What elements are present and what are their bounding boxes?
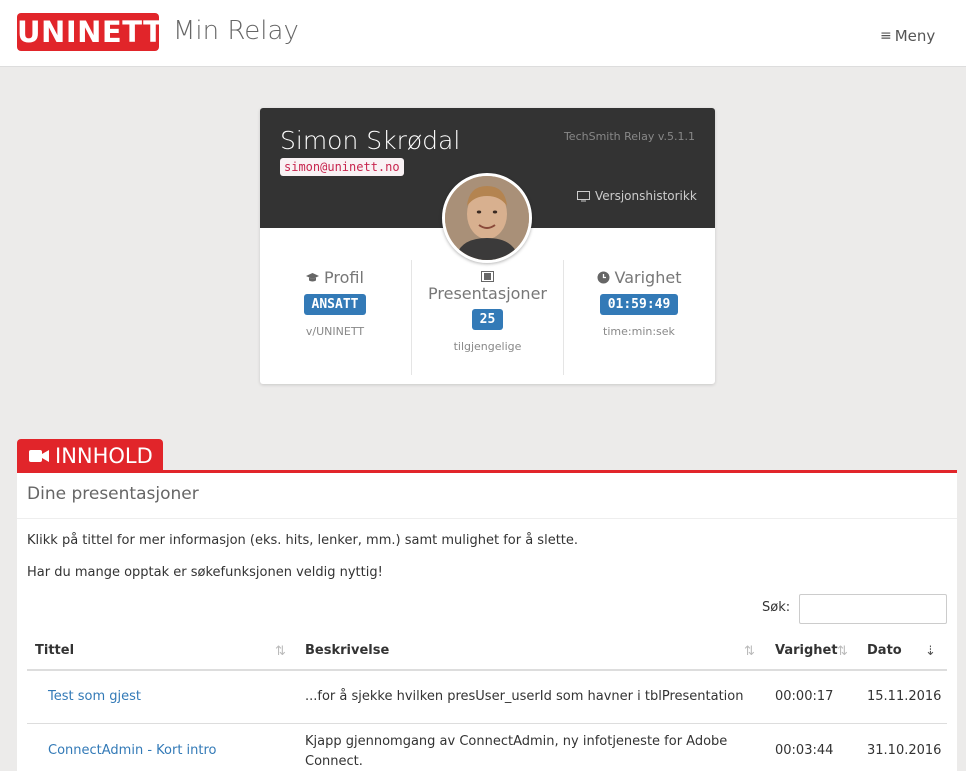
profile-card: Simon Skrødal simon@uninett.no TechSmith… <box>260 108 715 384</box>
sort-icon[interactable]: ⇅ <box>837 643 848 659</box>
info-text-2: Har du mange opptak er søkefunksjonen ve… <box>27 565 383 580</box>
top-navbar: UNINETT Min Relay ≡ Meny <box>0 0 966 67</box>
stat-presentations-title: Presentasjoner <box>412 268 563 302</box>
app-title[interactable]: Min Relay <box>173 16 299 46</box>
stat-profile-sub: v/UNINETT <box>305 325 365 338</box>
column-header-title[interactable]: Tittel <box>35 643 74 658</box>
monitor-icon <box>577 190 590 201</box>
table-row-duration: 00:03:44 <box>775 743 834 758</box>
stat-duration-title: Varighet <box>564 268 714 287</box>
table-row-date: 31.10.2016 <box>867 743 942 758</box>
table-header-divider <box>27 669 947 671</box>
presentations-panel: Dine presentasjoner Klikk på tittel for … <box>17 470 957 771</box>
column-header-duration[interactable]: Varighet <box>775 643 838 658</box>
clock-icon <box>597 271 610 284</box>
user-name: Simon Skrødal <box>280 126 461 155</box>
row-divider <box>27 723 947 724</box>
column-header-description[interactable]: Beskrivelse <box>305 643 389 658</box>
version-history-label: Versjonshistorikk <box>595 189 697 203</box>
menu-button[interactable]: ≡ Meny <box>880 27 935 45</box>
version-label: TechSmith Relay v.5.1.1 <box>563 130 695 143</box>
uninett-logo[interactable]: UNINETT <box>17 13 163 51</box>
table-row-description: ...for å sjekke hvilken presUser_userId … <box>305 689 744 704</box>
column-header-date[interactable]: Dato <box>867 643 902 658</box>
stat-duration: Varighet 01:59:49 time:min:sek <box>564 260 714 375</box>
search-label: Søk: <box>762 600 791 615</box>
duration-badge: 01:59:49 <box>599 294 679 315</box>
stat-duration-sub: time:min:sek <box>603 325 675 338</box>
sort-desc-icon[interactable]: ⇣ <box>925 643 936 659</box>
menu-label: Meny <box>894 27 936 45</box>
hamburger-icon: ≡ <box>880 28 892 44</box>
presentations-count-badge: 25 <box>471 309 504 330</box>
sort-icon[interactable]: ⇅ <box>275 643 286 659</box>
table-row-description: Kjapp gjennomgang av ConnectAdmin, ny in… <box>305 734 728 769</box>
user-email: simon@uninett.no <box>280 158 404 176</box>
sort-icon[interactable]: ⇅ <box>744 643 755 659</box>
table-row-title-link[interactable]: ConnectAdmin - Kort intro <box>48 741 217 761</box>
panel-title: Dine presentasjoner <box>17 473 957 519</box>
table-row-date: 15.11.2016 <box>867 689 942 704</box>
table-row-duration: 00:00:17 <box>775 689 834 704</box>
avatar <box>442 173 532 263</box>
stat-presentations: Presentasjoner 25 tilgjengelige <box>411 260 564 375</box>
info-text-1: Klikk på tittel for mer informasjon (eks… <box>27 533 579 548</box>
table-row-title-link[interactable]: Test som gjest <box>48 687 141 707</box>
stat-profile: Profil ANSATT v/UNINETT <box>260 260 410 375</box>
tab-innhold-label: INNHOLD <box>55 444 153 468</box>
stat-profile-title: Profil <box>260 268 410 287</box>
version-history-link[interactable]: Versjonshistorikk <box>577 189 697 203</box>
graduation-cap-icon <box>306 273 320 282</box>
role-badge: ANSATT <box>303 294 367 315</box>
tab-innhold[interactable]: INNHOLD <box>17 439 163 473</box>
film-icon <box>481 271 494 282</box>
video-camera-icon <box>29 450 49 462</box>
search-input[interactable] <box>799 594 947 624</box>
stat-presentations-sub: tilgjengelige <box>453 340 522 353</box>
